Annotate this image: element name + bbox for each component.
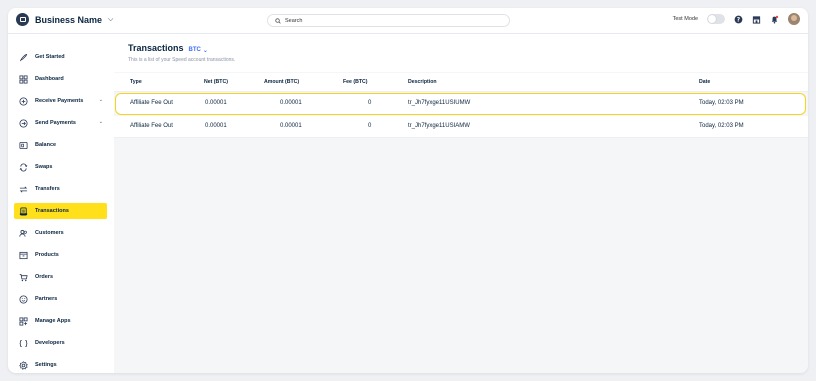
page-subtitle: This is a list of your Speed account tra…: [128, 57, 236, 63]
sidebar-item-get-started[interactable]: Get Started: [14, 49, 107, 65]
plus-circle-icon: [19, 96, 28, 106]
cell-net: 0.00001: [205, 123, 227, 129]
sidebar-item-label: Settings: [35, 362, 57, 368]
chevron-down-icon: ⌵: [108, 15, 114, 23]
search-icon: [275, 17, 281, 24]
store-icon[interactable]: [752, 15, 761, 24]
bell-icon[interactable]: [770, 15, 779, 24]
smile-icon: [19, 294, 28, 304]
sidebar-item-label: Dashboard: [35, 76, 64, 82]
sidebar-item-customers[interactable]: Customers: [14, 225, 107, 241]
transfer-icon: [19, 185, 28, 194]
sidebar-item-products[interactable]: Products: [14, 247, 107, 263]
sidebar-item-send-payments[interactable]: Send Payments ⌄: [14, 115, 107, 131]
sidebar-item-receive-payments[interactable]: Receive Payments ⌄: [14, 93, 107, 109]
sidebar-item-label: Orders: [35, 274, 54, 280]
column-header-fee: Fee (BTC): [343, 79, 368, 85]
sidebar-item-orders[interactable]: Orders: [14, 269, 107, 285]
sidebar-item-dashboard[interactable]: Dashboard: [14, 71, 107, 87]
table-header: Type Net (BTC) Amount (BTC) Fee (BTC) De…: [114, 73, 808, 92]
sidebar-item-transfers[interactable]: Transfers: [14, 181, 107, 197]
business-switcher[interactable]: Business Name ⌵: [16, 13, 113, 26]
cell-description: tr_Jh7fyxge11USIUMW: [408, 99, 471, 106]
currency-selector[interactable]: BTC ⌄: [189, 47, 208, 54]
apps-icon: [19, 316, 28, 326]
business-name: Business Name: [35, 14, 103, 25]
sidebar-item-developers[interactable]: Developers: [14, 335, 107, 351]
sidebar-item-transactions[interactable]: Transactions: [14, 203, 107, 219]
cell-amount: 0.00001: [280, 123, 302, 129]
cart-icon: [19, 273, 28, 282]
sidebar-item-label: Get Started: [35, 54, 65, 60]
box-icon: [19, 251, 28, 260]
chevron-down-icon: ⌄: [98, 119, 103, 125]
sidebar-item-label: Products: [35, 252, 59, 258]
top-bar: Business Name ⌵ Search Test Mode ?: [8, 8, 808, 34]
sidebar-item-label: Balance: [35, 142, 57, 148]
top-actions: Test Mode ?: [673, 13, 800, 25]
sidebar-item-label: Swaps: [35, 164, 53, 170]
grid-icon: [19, 74, 28, 84]
search-placeholder: Search: [285, 17, 303, 24]
chevron-down-icon: ⌄: [202, 47, 208, 54]
main-content: Transactions BTC ⌄ This is a list of you…: [114, 35, 808, 373]
table-row[interactable]: Affiliate Fee Out 0.00001 0.00001 0 tr_J…: [115, 93, 806, 115]
sidebar-item-manage-apps[interactable]: Manage Apps: [14, 313, 107, 329]
sidebar-item-swaps[interactable]: Swaps: [14, 159, 107, 175]
column-header-date: Date: [699, 79, 711, 85]
receipt-icon: [19, 206, 28, 216]
code-icon: [19, 339, 28, 348]
wallet-icon: [19, 141, 28, 150]
gear-icon: [19, 360, 28, 370]
cell-type: Affiliate Fee Out: [130, 123, 173, 129]
cell-amount: 0.00001: [280, 99, 302, 106]
cell-fee: 0: [368, 99, 372, 106]
sidebar-item-label: Transactions: [35, 208, 69, 214]
sidebar-item-partners[interactable]: Partners: [14, 291, 107, 307]
rocket-icon: [19, 53, 28, 62]
test-mode-label: Test Mode: [672, 16, 698, 22]
cell-date: Today, 02:03 PM: [699, 99, 744, 106]
cell-fee: 0: [368, 123, 372, 129]
column-header-net: Net (BTC): [204, 79, 228, 85]
swap-icon: [19, 163, 28, 172]
sidebar-item-label: Partners: [35, 296, 58, 302]
title-row: Transactions BTC ⌄: [128, 43, 208, 54]
sidebar-item-label: Customers: [35, 230, 64, 236]
cell-net: 0.00001: [205, 99, 227, 106]
page-title: Transactions: [128, 43, 184, 53]
sidebar-item-settings[interactable]: Settings: [14, 357, 107, 373]
sidebar-item-label: Receive Payments: [35, 98, 84, 104]
cell-description: tr_Jh7fyxge11USIAMW: [408, 123, 470, 129]
test-mode-toggle[interactable]: [707, 14, 725, 24]
arrow-circle-icon: [19, 118, 28, 128]
column-header-description: Description: [408, 79, 437, 85]
column-header-amount: Amount (BTC): [264, 79, 300, 85]
help-icon[interactable]: ?: [734, 15, 743, 24]
sidebar-item-label: Developers: [35, 340, 65, 346]
app-window: Business Name ⌵ Search Test Mode ? Get S…: [8, 8, 808, 373]
sidebar: Get Started Dashboard Receive Payments ⌄…: [8, 35, 114, 373]
business-logo-icon: [16, 13, 29, 26]
sidebar-item-label: Transfers: [35, 186, 60, 192]
column-header-type: Type: [130, 79, 142, 85]
cell-type: Affiliate Fee Out: [130, 99, 173, 106]
table-row[interactable]: Affiliate Fee Out 0.00001 0.00001 0 tr_J…: [114, 116, 808, 138]
page-header: Transactions BTC ⌄ This is a list of you…: [114, 35, 808, 72]
sidebar-item-balance[interactable]: Balance: [14, 137, 107, 153]
sidebar-item-label: Manage Apps: [35, 318, 71, 324]
sidebar-item-label: Send Payments: [35, 120, 76, 126]
currency-label: BTC: [188, 47, 201, 53]
users-icon: [19, 229, 28, 238]
avatar[interactable]: [788, 13, 800, 25]
search-input[interactable]: Search: [267, 14, 510, 27]
cell-date: Today, 02:03 PM: [699, 123, 744, 129]
chevron-down-icon: ⌄: [98, 97, 103, 103]
